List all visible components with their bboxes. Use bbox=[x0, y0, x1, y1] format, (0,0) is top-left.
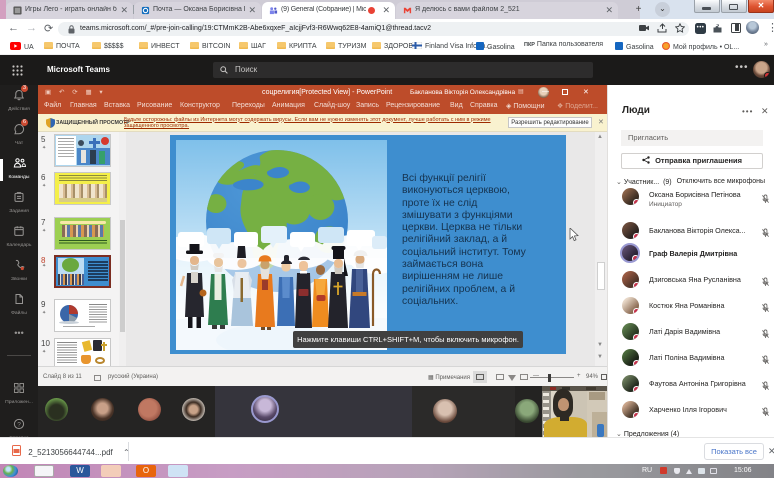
svg-text:?: ? bbox=[17, 421, 21, 428]
